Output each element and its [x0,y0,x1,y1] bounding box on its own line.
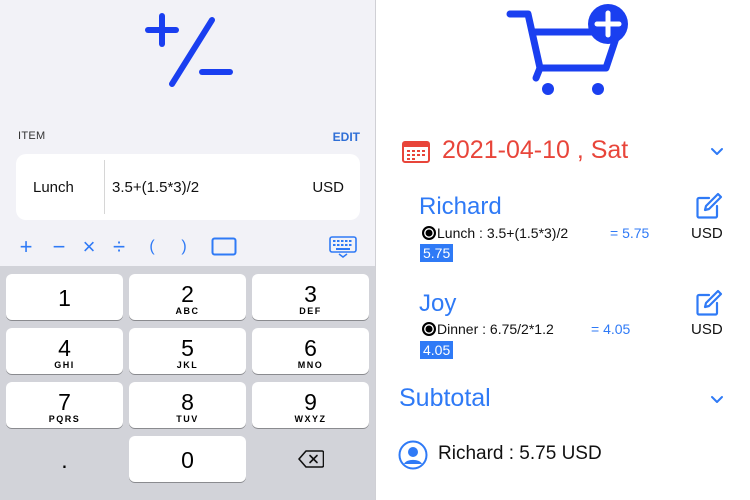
plus-key[interactable]: + [14,232,38,262]
key-7[interactable]: 7 PQRS [6,382,123,428]
item-name-field[interactable]: Lunch [33,179,74,196]
minus-key[interactable]: − [47,232,71,262]
key-letters: DEF [299,306,322,316]
chevron-down-icon[interactable] [710,395,724,405]
expense-line: Dinner : 6.75/2*1.2 [422,321,554,337]
key-digit: 0 [181,447,194,473]
subtotal-header[interactable]: Subtotal [399,384,491,413]
backspace-key[interactable] [252,436,369,482]
person-name-richard: Richard [419,193,502,220]
calculator-pane: ITEM EDIT Lunch 3.5+(1.5*3)/2 USD + − × … [0,0,375,500]
divide-key[interactable]: ÷ [107,232,131,262]
item-entry-card: Lunch 3.5+(1.5*3)/2 USD [16,154,360,220]
item-section-header: ITEM EDIT [18,130,360,146]
key-digit: 8 [181,389,194,415]
subtotal-row: Richard : 5.75 USD [398,440,738,470]
person-total: 4.05 [420,341,454,359]
add-to-cart-icon[interactable] [506,2,636,102]
key-digit: . [61,447,68,473]
calendar-icon [402,141,430,163]
backspace-icon [297,450,324,468]
key-letters: TUV [176,414,199,424]
bullet-icon [422,226,436,240]
numeric-keypad: 1 2 ABC 3 DEF 4 GHI 5 JKL 6 MNO 7 PQRS 8… [0,266,375,500]
key-0[interactable]: 0 [129,436,246,482]
key-6[interactable]: 6 MNO [252,328,369,374]
currency-label: USD [691,225,723,242]
date-label: 2021-04-10 , Sat [442,136,629,164]
expense-text: Dinner : 6.75/2*1.2 [437,321,554,337]
key-letters: PQRS [48,414,81,424]
bullet-icon [422,322,436,336]
section-label: ITEM [18,130,46,142]
key-digit: 5 [181,335,194,361]
expense-text: Lunch : 3.5+(1.5*3)/2 [437,225,569,241]
subtotal-text: Richard : 5.75 USD [438,443,602,464]
currency-selector[interactable]: USD [312,179,344,196]
key-digit: 9 [304,389,317,415]
key-4[interactable]: 4 GHI [6,328,123,374]
key-digit: 4 [58,335,71,361]
edit-icon[interactable] [695,289,723,317]
key-9[interactable]: 9 WXYZ [252,382,369,428]
summary-pane: 2021-04-10 , Sat Richard Lunch : 3.5+(1.… [376,0,750,500]
key-letters: MNO [297,360,324,370]
key-decimal[interactable]: . [6,436,123,482]
key-digit: 7 [58,389,71,415]
expense-result: = 5.75 [610,225,650,241]
key-letters: WXYZ [294,414,327,424]
key-digit: 3 [304,281,317,307]
currency-label: USD [691,321,723,338]
edit-button[interactable]: EDIT [333,130,360,144]
open-paren-key[interactable]: ( [140,232,164,262]
date-row[interactable]: 2021-04-10 , Sat [402,132,732,172]
key-1[interactable]: 1 [6,274,123,320]
plus-minus-icon [145,13,233,87]
field-divider [104,160,105,214]
expense-result: = 4.05 [591,321,631,337]
person-name-joy: Joy [419,290,457,317]
key-8[interactable]: 8 TUV [129,382,246,428]
keyboard-icon[interactable] [329,236,357,258]
close-paren-key[interactable]: ) [172,232,196,262]
key-5[interactable]: 5 JKL [129,328,246,374]
edit-icon[interactable] [695,192,723,220]
key-letters: GHI [54,360,75,370]
expense-line: Lunch : 3.5+(1.5*3)/2 [422,225,568,241]
key-letters: ABC [175,306,200,316]
rectangle-icon[interactable] [211,237,237,257]
operator-toolbar: + − × ÷ ( ) [0,228,375,268]
key-3[interactable]: 3 DEF [252,274,369,320]
item-expression-field[interactable]: 3.5+(1.5*3)/2 [112,179,199,196]
multiply-key[interactable]: × [77,232,101,262]
key-2[interactable]: 2 ABC [129,274,246,320]
key-letters: JKL [176,360,199,370]
key-digit: 1 [58,285,71,311]
key-digit: 6 [304,335,317,361]
chevron-down-icon[interactable] [710,147,724,157]
key-digit: 2 [181,281,194,307]
person-circle-icon [398,440,428,470]
person-total: 5.75 [420,244,454,262]
